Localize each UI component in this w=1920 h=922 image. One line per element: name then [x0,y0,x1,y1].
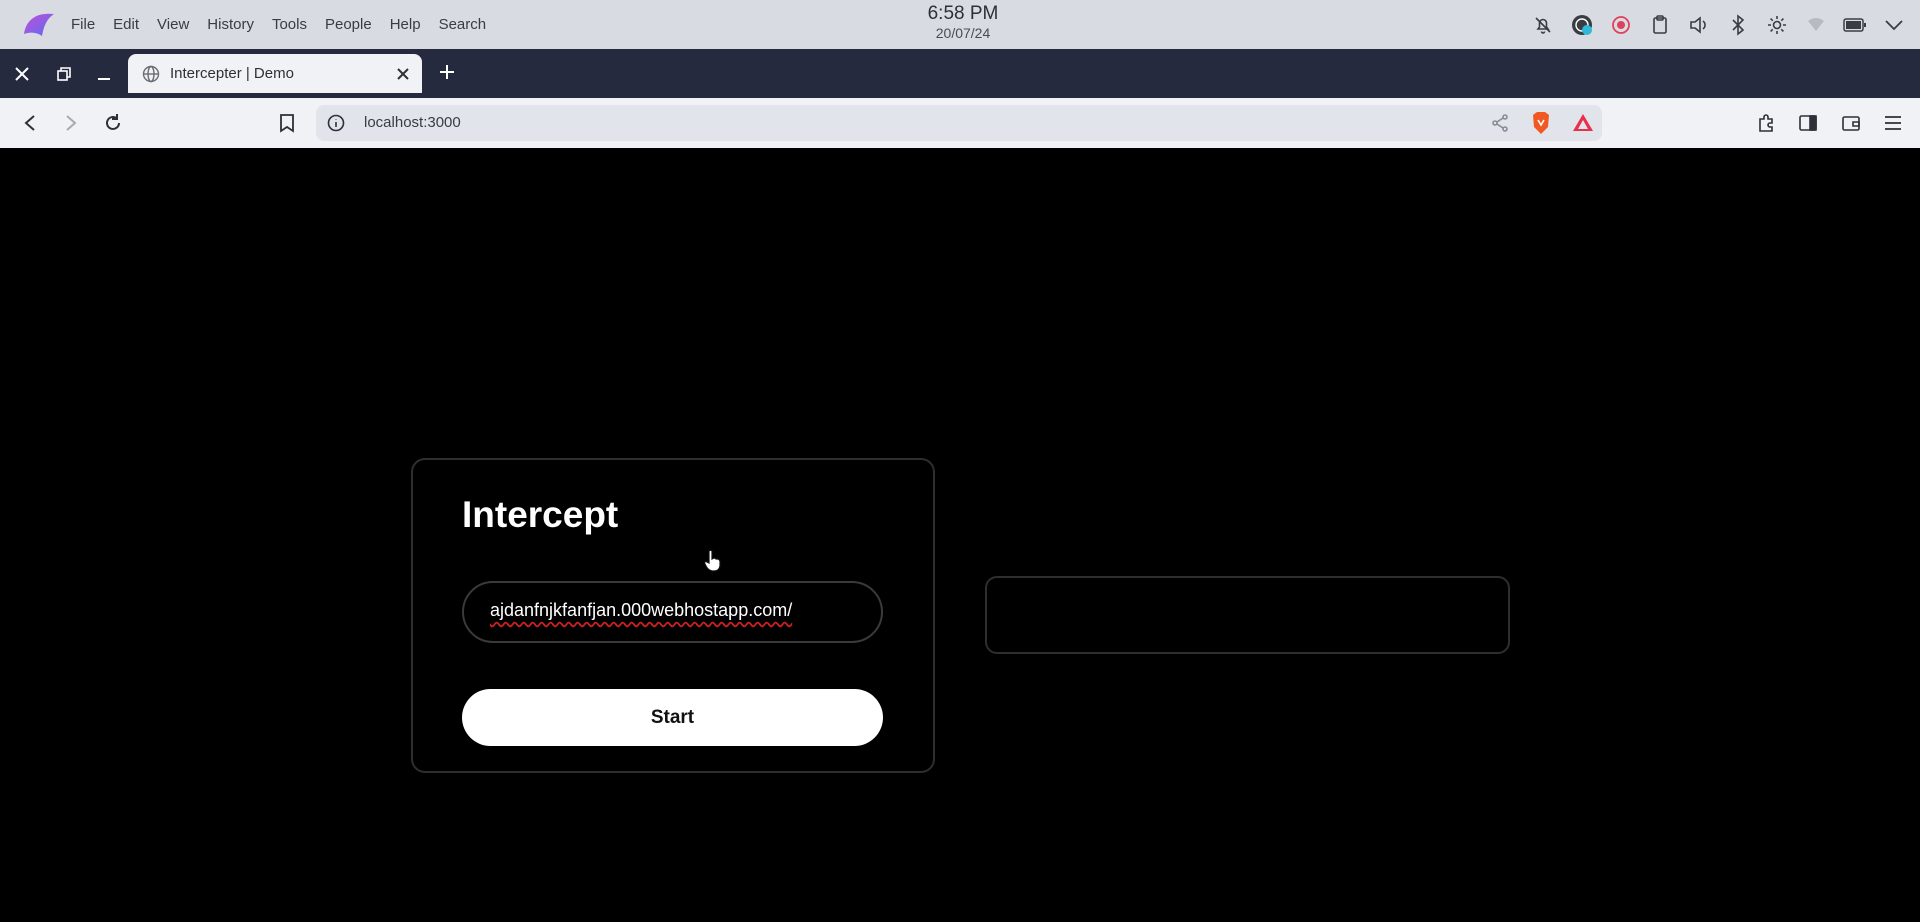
system-tray [1531,0,1906,49]
reload-icon[interactable] [100,110,126,136]
wallet-icon[interactable] [1838,110,1864,136]
browser-tab-strip: Intercepter | Demo [0,49,1920,98]
brave-rewards-icon[interactable] [1572,112,1594,134]
start-button[interactable]: Start [462,689,883,746]
page-title: Intercept [462,494,619,535]
clipboard-icon[interactable] [1648,13,1672,37]
menu-hamburger-icon[interactable] [1880,110,1906,136]
site-info-icon[interactable] [326,113,346,133]
vpn-globe-icon[interactable] [1570,13,1594,37]
back-icon[interactable] [17,110,43,136]
os-top-bar: File Edit View History Tools People Help… [0,0,1920,49]
menu-tools[interactable]: Tools [272,16,307,33]
share-icon[interactable] [1490,113,1510,133]
clock-time: 6:58 PM [927,3,999,24]
address-bar[interactable]: localhost:3000 [316,105,1602,141]
browser-toolbar: localhost:3000 [0,98,1920,148]
extensions-icon[interactable] [1754,110,1780,136]
clock-date: 20/07/24 [935,25,991,41]
menu-file[interactable]: File [71,16,95,33]
sidebar-toggle-icon[interactable] [1795,110,1821,136]
menu-search[interactable]: Search [439,16,487,33]
volume-icon[interactable] [1687,13,1711,37]
battery-icon[interactable] [1843,13,1867,37]
bookmark-icon[interactable] [274,110,300,136]
brightness-icon[interactable] [1765,13,1789,37]
clock[interactable]: 6:58 PM 20/07/24 [900,4,1026,40]
menu-help[interactable]: Help [390,16,421,33]
intercept-card: Intercept ajdanfnjkfanfjan.000webhostapp… [411,458,935,773]
brave-shields-icon[interactable] [1530,111,1552,135]
new-tab-icon[interactable] [436,61,458,83]
notifications-off-icon[interactable] [1531,13,1555,37]
address-url: localhost:3000 [364,114,461,131]
menu-history[interactable]: History [207,16,254,33]
menu-edit[interactable]: Edit [113,16,139,33]
tab-close-icon[interactable] [394,65,412,83]
window-minimize-icon[interactable] [88,49,120,98]
forward-icon[interactable] [58,110,84,136]
chevron-down-icon[interactable] [1882,13,1906,37]
globe-icon [142,65,160,83]
tab-title: Intercepter | Demo [170,65,294,82]
window-close-icon[interactable] [6,49,38,98]
menu-view[interactable]: View [157,16,189,33]
web-page: Intercept ajdanfnjkfanfjan.000webhostapp… [0,148,1920,922]
hand-pointer-cursor-icon [703,549,721,572]
wifi-icon[interactable] [1804,13,1828,37]
record-icon[interactable] [1609,13,1633,37]
app-menu-bar: File Edit View History Tools People Help… [71,0,504,49]
window-restore-icon[interactable] [48,49,80,98]
menu-people[interactable]: People [325,16,372,33]
app-launcher-icon[interactable] [20,8,58,40]
output-box [985,576,1510,654]
target-url-input[interactable] [462,581,883,643]
tab-intercepter-demo[interactable]: Intercepter | Demo [128,54,422,93]
bluetooth-icon[interactable] [1726,13,1750,37]
